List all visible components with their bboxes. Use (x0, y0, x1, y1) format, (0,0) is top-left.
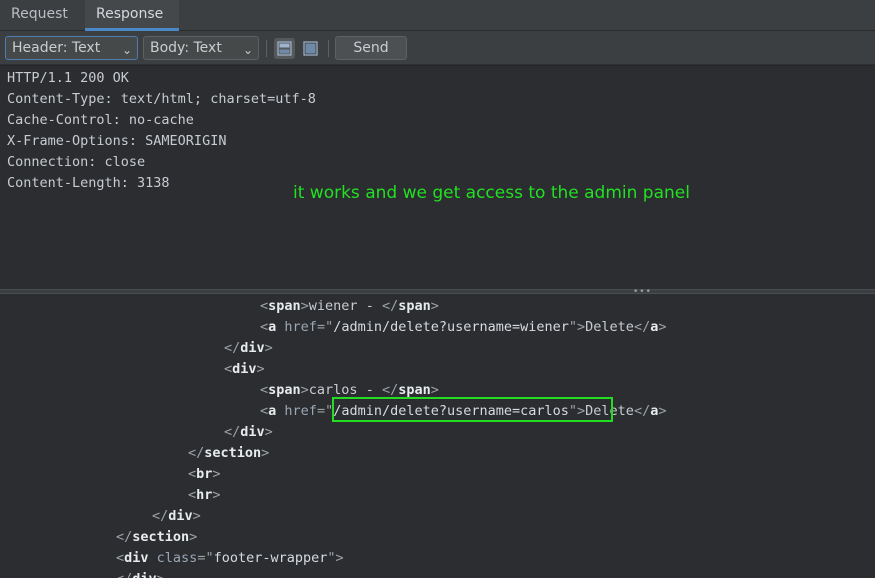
code-line: </div> (224, 424, 273, 440)
split-horizontal-button[interactable] (274, 38, 295, 59)
send-button[interactable]: Send (335, 36, 407, 60)
header-content-length: Content-Length: 3138 (7, 175, 170, 191)
tab-response[interactable]: Response (85, 0, 179, 31)
tab-bar: Request Response (0, 0, 875, 31)
split-horizontal-icon (277, 41, 292, 56)
code-line: </div> (224, 340, 273, 356)
code-line: <hr> (188, 487, 221, 503)
header-connection: Connection: close (7, 154, 146, 170)
highlight-box (332, 397, 613, 422)
tab-request[interactable]: Request (11, 0, 81, 31)
code-line: </section> (116, 529, 198, 545)
code-line: <span>wiener - </span> (260, 298, 439, 314)
code-line: </section> (188, 445, 270, 461)
single-pane-icon (303, 41, 318, 56)
single-pane-button[interactable] (300, 38, 321, 59)
response-body-pane[interactable]: <span>wiener - </span> <a href="/admin/d… (0, 294, 875, 578)
code-line: <a href="/admin/delete?username=wiener">… (260, 319, 667, 335)
code-line: <br> (188, 466, 221, 482)
code-line: <div class="footer-wrapper"> (116, 550, 344, 566)
annotation-text: it works and we get access to the admin … (293, 183, 690, 203)
toolbar-divider (266, 40, 267, 57)
toolbar-divider (328, 40, 329, 57)
code-line: </div> (152, 508, 201, 524)
toolbar: Header: Text ⌄ Body: Text ⌄ Send (0, 31, 875, 65)
chevron-down-icon: ⌄ (242, 43, 253, 57)
header-cache-control: Cache-Control: no-cache (7, 112, 194, 128)
code-line: <div> (224, 361, 265, 377)
code-line: <span>carlos - </span> (260, 382, 439, 398)
status-line: HTTP/1.1 200 OK (7, 70, 129, 86)
header-content-type: Content-Type: text/html; charset=utf-8 (7, 91, 316, 107)
header-x-frame-options: X-Frame-Options: SAMEORIGIN (7, 133, 227, 149)
header-format-label: Header: Text (12, 40, 101, 56)
code-line: </div> (116, 571, 165, 578)
header-format-select[interactable]: Header: Text ⌄ (5, 36, 138, 60)
chevron-down-icon: ⌄ (121, 43, 132, 57)
response-headers-pane[interactable]: HTTP/1.1 200 OK Content-Type: text/html;… (0, 65, 875, 289)
body-format-select[interactable]: Body: Text ⌄ (143, 36, 259, 60)
body-format-label: Body: Text (150, 40, 222, 56)
